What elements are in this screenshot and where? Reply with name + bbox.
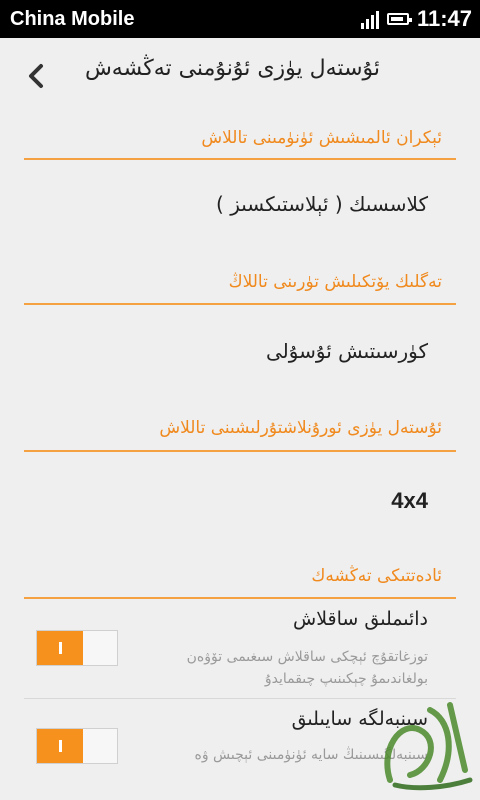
- toggle-on-indicator: [37, 631, 83, 665]
- status-bar: China Mobile 11:47: [0, 0, 480, 38]
- row-divider: [24, 698, 456, 699]
- clock: 11:47: [416, 6, 472, 31]
- battery-icon: [386, 13, 412, 25]
- persistent-storage-toggle[interactable]: [36, 630, 118, 666]
- status-icons: 11:47: [360, 6, 472, 32]
- section-divider: [24, 158, 456, 160]
- back-button[interactable]: [22, 60, 50, 92]
- icon-shadow-desc: سىنبەلگىسىنىڭ سايە ئۈنۈمىنى ئېچىش ۋە: [194, 747, 429, 763]
- section-divider: [24, 597, 456, 599]
- persistent-storage-desc: توزغاتقۇچ ئېچكى ساقلاش سىغىمى تۆۋەن بولغ…: [186, 649, 428, 687]
- section-title-transition: ئېكران ئالمىشىش ئۈنۈمىنى تاللاش: [201, 128, 442, 148]
- persistent-storage-title: دائىملىق ساقلاش: [293, 608, 428, 630]
- chevron-left-icon: [29, 64, 43, 88]
- wallpaper-scroll-value[interactable]: كۈرسىتىش ئۇسۇلى: [266, 339, 428, 363]
- section-divider: [24, 303, 456, 305]
- transition-effect-value[interactable]: كلاسسىك ( ئېلاستىكسىز ): [216, 192, 428, 216]
- page-title: ئۇستەل يۈزى ئۇنۇمنى تەڭشەش: [84, 56, 380, 81]
- header: ئۇستەل يۈزى ئۇنۇمنى تەڭشەش: [0, 38, 480, 110]
- section-title-general: ئادەتتىكى تەڭشەك: [311, 566, 442, 586]
- grid-layout-value[interactable]: 4x4: [391, 488, 428, 514]
- toggle-on-indicator: [37, 729, 83, 763]
- carrier-name: China Mobile: [10, 7, 135, 30]
- icon-shadow-title: سىنبەلگە سايىلىق: [291, 708, 428, 730]
- section-title-layout: ئۇستەل يۈزى ئورۇنلاشتۇرلىشىنى تاللاش: [159, 418, 442, 438]
- section-divider: [24, 450, 456, 452]
- icon-shadow-toggle[interactable]: [36, 728, 118, 764]
- section-title-wallpaper: تەگلىك يۆتكىلىش تۈرىنى تاللاڭ: [228, 272, 442, 292]
- signal-icon: [360, 9, 379, 29]
